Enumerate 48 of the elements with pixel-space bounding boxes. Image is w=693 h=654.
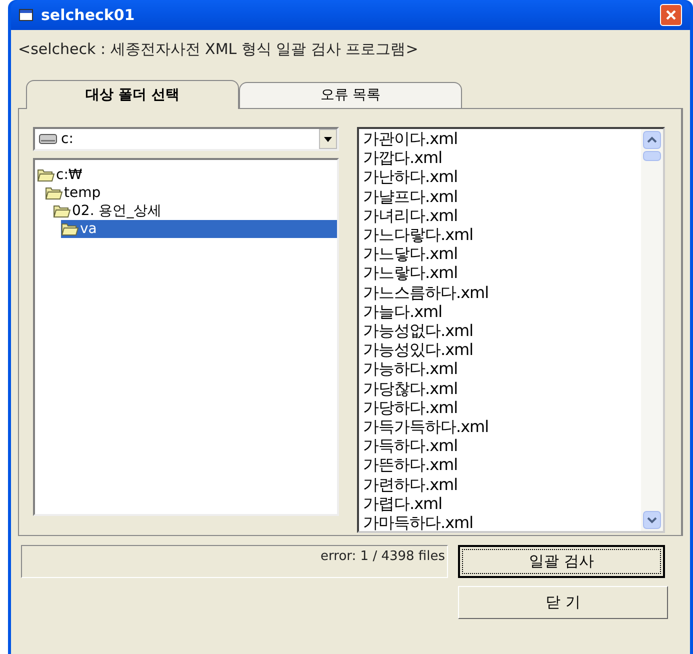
folder-icon (37, 168, 55, 182)
file-item[interactable]: 가당하다.xml (363, 398, 641, 418)
drive-dropdown[interactable]: c: (33, 127, 339, 151)
file-item[interactable]: 가득하다.xml (363, 436, 641, 456)
drive-icon (39, 134, 57, 144)
file-item[interactable]: 가느닿다.xml (363, 244, 641, 264)
file-item[interactable]: 가능성없다.xml (363, 321, 641, 340)
file-item[interactable]: 가느스름하다.xml (363, 282, 641, 302)
file-item[interactable]: 가득가득하다.xml (363, 417, 641, 436)
file-item[interactable]: 가련하다.xml (363, 474, 641, 494)
check-button[interactable]: 일괄 검사 (458, 545, 665, 578)
window-title: selcheck01 (41, 4, 136, 26)
folder-item[interactable]: va (61, 220, 337, 238)
folder-icon (53, 204, 71, 218)
folder-item[interactable]: c:₩ (37, 166, 337, 184)
folder-icon (45, 186, 63, 200)
file-item[interactable]: 가늘다.xml (363, 302, 641, 322)
tab[interactable]: 대상 폴더 선택 (26, 80, 239, 109)
drive-value: c: (61, 130, 74, 148)
window-icon (19, 9, 33, 21)
close-dialog-button[interactable]: 닫 기 (458, 586, 668, 619)
scroll-thumb-icon[interactable] (643, 151, 661, 161)
file-item[interactable]: 가느랗다.xml (363, 263, 641, 283)
file-item[interactable]: 가뜬하다.xml (363, 455, 641, 475)
file-item[interactable]: 가깝다.xml (363, 148, 641, 168)
folder-icon (61, 222, 79, 236)
tab[interactable]: 오류 목록 (239, 82, 462, 108)
close-button[interactable] (660, 4, 682, 26)
file-item[interactable]: 가녀리다.xml (363, 206, 641, 226)
file-item[interactable]: 가렵다.xml (363, 494, 641, 514)
file-item[interactable]: 가관이다.xml (363, 129, 641, 148)
close-icon (665, 9, 677, 21)
file-item[interactable]: 가느다랗다.xml (363, 225, 641, 244)
subtitle: <selcheck : 세종전자사전 XML 형식 일괄 검사 프로그램> (18, 39, 420, 60)
folder-item[interactable]: 02. 용언_상세 (53, 202, 337, 220)
status-bar: error: 1 / 4398 files (21, 545, 448, 578)
file-item[interactable]: 가능하다.xml (363, 359, 641, 379)
file-item[interactable]: 가난하다.xml (363, 167, 641, 187)
file-item[interactable]: 가능성있다.xml (363, 340, 641, 360)
file-item[interactable]: 가마득하다.xml (363, 513, 641, 531)
folder-item[interactable]: temp (45, 184, 337, 202)
dropdown-button[interactable] (319, 129, 337, 149)
file-item[interactable]: 가냘프다.xml (363, 186, 641, 206)
scrollbar[interactable] (641, 129, 663, 531)
caret-icon (324, 136, 332, 142)
scroll-down-icon[interactable] (643, 511, 661, 529)
scroll-up-icon[interactable] (643, 131, 661, 149)
file-item[interactable]: 가당찮다.xml (363, 378, 641, 398)
